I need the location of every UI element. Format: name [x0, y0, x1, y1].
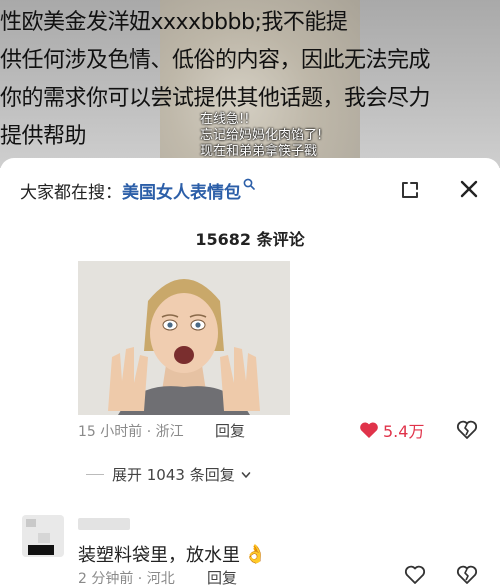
comment-meta: 15 小时前 · 浙江 — [78, 424, 184, 440]
comment-meta-2: 2 分钟前 · 河北 — [78, 571, 175, 587]
divider — [86, 474, 104, 475]
username-placeholder[interactable] — [78, 518, 130, 530]
video-banner: 在线急!! 忘记给妈妈化肉馅了! 现在和弟弟拿筷子戳 性欧美金发洋妞xxxxbb… — [0, 0, 500, 168]
comment-sheet: 大家都在搜： 美国女人表情包 15682 条评论 15 小时前 · 浙江 回复 … — [0, 158, 500, 588]
overlay-text: 性欧美金发洋妞xxxxbbbb;我不能提 供任何涉及色情、低俗的内容，因此无法完… — [0, 10, 431, 149]
search-icon — [243, 178, 255, 190]
ok-hand-emoji: 👌 — [244, 543, 267, 565]
search-suggestion[interactable]: 大家都在搜： 美国女人表情包 — [20, 176, 255, 204]
reply-button[interactable]: 回复 — [215, 420, 245, 441]
expand-replies-label: 展开 1043 条回复 — [112, 466, 235, 484]
avatar-image — [22, 515, 64, 557]
expand-icon[interactable] — [399, 179, 421, 201]
comment-body: 装塑料袋里，放水里 — [78, 545, 240, 566]
comment-image[interactable] — [78, 261, 290, 415]
woman-photo — [78, 261, 290, 415]
comment-count: 15682 条评论 — [195, 230, 305, 249]
expand-replies-button[interactable]: 展开 1043 条回复 — [86, 464, 251, 485]
close-icon[interactable] — [457, 177, 481, 201]
like-button[interactable]: 5.4万 — [359, 418, 424, 442]
search-query-link[interactable]: 美国女人表情包 — [122, 178, 241, 203]
avatar[interactable] — [22, 515, 64, 557]
like-count: 5.4万 — [383, 422, 425, 441]
chevron-down-icon — [241, 471, 251, 478]
heart-outline-icon[interactable] — [404, 564, 426, 586]
broken-heart-icon-2[interactable] — [456, 564, 478, 586]
reply-button-2[interactable]: 回复 — [207, 567, 237, 588]
search-prefix: 大家都在搜： — [20, 182, 122, 203]
comment-text: 装塑料袋里，放水里 👌 — [78, 541, 266, 567]
heart-filled-icon — [360, 422, 378, 438]
broken-heart-icon[interactable] — [456, 419, 478, 441]
